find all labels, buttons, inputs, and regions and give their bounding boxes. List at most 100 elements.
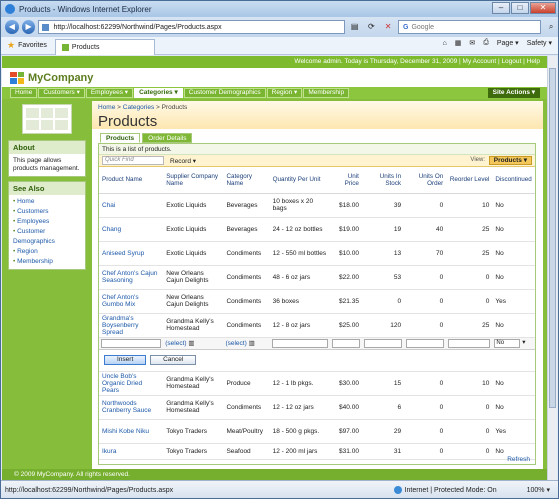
cell-unit-price: $10.00 <box>329 241 362 266</box>
menu-employees[interactable]: Employees ▾ <box>85 88 134 98</box>
col-supplier[interactable]: Supplier Company Name <box>163 167 224 194</box>
new-quantity-field[interactable] <box>271 338 328 348</box>
window-title: Products - Windows Internet Explorer <box>19 4 152 14</box>
discontinued-select[interactable]: No <box>494 338 521 348</box>
close-button[interactable]: ✕ <box>530 2 556 14</box>
cell-quantity: 12 - 550 ml bottles <box>269 241 330 266</box>
cell-quantity: 12 - 200 ml jars <box>269 443 330 460</box>
maximize-button[interactable]: □ <box>511 2 529 14</box>
cell-product-name[interactable]: Northwoods Cranberry Sauce <box>99 395 164 420</box>
star-icon: ★ <box>7 40 16 50</box>
cell-discontinued: No <box>492 241 535 266</box>
category-select[interactable]: (select) <box>225 340 246 347</box>
cell-product-name[interactable]: Chef Anton's Cajun Seasoning <box>99 265 164 290</box>
forward-button[interactable]: ▶ <box>21 20 36 34</box>
menu-customer-demographics[interactable]: Customer Demographics <box>183 88 266 98</box>
cell-product-name[interactable]: Uncle Bob's Organic Dried Pears <box>99 371 164 396</box>
refresh-icon[interactable]: ⟳ <box>365 20 379 34</box>
home-icon[interactable]: ⌂ <box>443 40 447 47</box>
table-row[interactable]: Grandma's Boysenberry Spread Grandma Kell… <box>99 313 535 338</box>
col-product-name[interactable]: Product Name <box>99 167 164 194</box>
zoom-control[interactable]: 100% ▾ <box>527 486 550 494</box>
quick-find-input[interactable]: Quick Find <box>102 156 164 165</box>
see-also-employees[interactable]: Employees <box>13 217 81 227</box>
scrollbar-thumb[interactable] <box>549 68 556 408</box>
col-quantity[interactable]: Quantity Per Unit <box>269 167 330 194</box>
view-selector[interactable]: Products ▾ <box>488 156 532 165</box>
cell-unit-price: $40.00 <box>329 395 362 420</box>
menu-customers[interactable]: Customers ▾ <box>38 88 85 98</box>
table-row[interactable]: Aniseed Syrup Exotic Liquids Condiments 12 … <box>99 241 535 266</box>
table-row[interactable]: Ikura Tokyo Traders Seafood 12 - 200 ml jar… <box>99 443 535 460</box>
new-unit-price-field[interactable] <box>331 338 360 348</box>
new-units-on-order-field[interactable] <box>406 338 445 348</box>
table-row[interactable]: Northwoods Cranberry Sauce Grandma Kelly'… <box>99 395 535 420</box>
print-icon[interactable]: ⎙ <box>483 39 489 47</box>
site-actions-button[interactable]: Site Actions ▾ <box>487 88 540 98</box>
chevron-down-icon[interactable]: ▾ <box>522 339 525 346</box>
menu-region[interactable]: Region ▾ <box>266 88 303 98</box>
vertical-scrollbar[interactable] <box>547 56 557 480</box>
see-also-membership[interactable]: Membership <box>13 257 81 267</box>
feeds-icon[interactable]: ▦ <box>455 39 462 47</box>
search-icon[interactable]: ⌕ <box>544 20 558 34</box>
col-units-on-order[interactable]: Units On Order <box>404 167 447 194</box>
new-reorder-level-field[interactable] <box>448 338 491 348</box>
lookup-icon[interactable]: ▥ <box>188 340 194 347</box>
mail-icon[interactable]: ✉ <box>469 39 475 47</box>
cell-product-name[interactable]: Ikura <box>99 443 164 460</box>
cell-product-name[interactable]: Mishi Kobe Niku <box>99 419 164 444</box>
new-product-name-field[interactable] <box>101 338 162 348</box>
see-also-customer-demographics[interactable]: Customer Demographics <box>13 227 81 247</box>
cell-product-name[interactable]: Grandma's Boysenberry Spread <box>99 313 164 338</box>
tab-order-details[interactable]: Order Details <box>142 133 193 143</box>
compat-icon[interactable]: ▤ <box>348 20 362 34</box>
col-unit-price[interactable]: Unit Price <box>329 167 362 194</box>
see-also-customers[interactable]: Customers <box>13 207 81 217</box>
table-row[interactable]: Chef Anton's Gumbo Mix New Orleans Cajun … <box>99 289 535 314</box>
welcome-bar[interactable]: Welcome admin. Today is Thursday, Decemb… <box>2 56 548 68</box>
cell-supplier: Grandma Kelly's Homestead <box>163 371 224 396</box>
address-bar[interactable]: http://localhost:62299/Northwind/Pages/P… <box>38 20 345 34</box>
table-row[interactable]: Mishi Kobe Niku Tokyo Traders Meat/Poultry… <box>99 419 535 444</box>
col-category[interactable]: Category Name <box>223 167 270 194</box>
record-menu[interactable]: Record ▾ <box>170 157 196 165</box>
minimize-button[interactable]: – <box>492 2 510 14</box>
col-discontinued[interactable]: Discontinued <box>492 167 535 194</box>
cancel-button[interactable]: Cancel <box>150 355 197 365</box>
cell-category: Condiments <box>223 289 270 314</box>
lookup-icon[interactable]: ▥ <box>249 340 255 347</box>
crumb-home[interactable]: Home <box>98 104 115 111</box>
cell-product-name[interactable]: Chang <box>99 217 164 242</box>
menu-categories[interactable]: Categories ▾ <box>134 88 183 98</box>
browser-tab[interactable]: Products <box>54 38 155 55</box>
page-menu[interactable]: Page ▾ <box>497 39 519 47</box>
col-units-in-stock[interactable]: Units In Stock <box>361 167 405 194</box>
insert-button[interactable]: Insert <box>104 355 147 365</box>
refresh-link[interactable]: Refresh <box>507 456 530 463</box>
search-box[interactable]: G Google <box>397 20 542 34</box>
see-also-region[interactable]: Region <box>13 247 81 257</box>
cell-product-name[interactable]: Chai <box>99 193 164 218</box>
menu-home[interactable]: Home <box>10 88 38 98</box>
supplier-select[interactable]: (select) <box>165 340 186 347</box>
menu-membership[interactable]: Membership <box>303 88 350 98</box>
see-also-home[interactable]: Home <box>13 197 81 207</box>
table-row[interactable]: Chai Exotic Liquids Beverages 10 boxes x 20… <box>99 193 535 218</box>
table-row[interactable]: Chang Exotic Liquids Beverages 24 - 12 oz b… <box>99 217 535 242</box>
back-button[interactable]: ◀ <box>5 20 19 34</box>
safety-menu[interactable]: Safety ▾ <box>527 39 552 47</box>
cell-unit-price: $21.35 <box>329 289 362 314</box>
table-row[interactable]: Chef Anton's Cajun Seasoning New Orleans … <box>99 265 535 290</box>
cell-product-name[interactable]: Aniseed Syrup <box>99 241 164 266</box>
cell-product-name[interactable]: Chef Anton's Gumbo Mix <box>99 289 164 314</box>
col-reorder-level[interactable]: Reorder Level <box>446 167 493 194</box>
tab-products[interactable]: Products <box>100 133 141 143</box>
crumb-categories[interactable]: Categories <box>123 104 154 111</box>
stop-icon[interactable]: ✕ <box>381 20 395 34</box>
table-row[interactable]: Uncle Bob's Organic Dried Pears Grandma K… <box>99 371 535 396</box>
cell-supplier: Exotic Liquids <box>163 241 224 266</box>
favorites-button[interactable]: ★ Favorites <box>7 40 47 51</box>
new-units-in-stock-field[interactable] <box>363 338 403 348</box>
cell-units-on-order: 0 <box>404 313 447 338</box>
